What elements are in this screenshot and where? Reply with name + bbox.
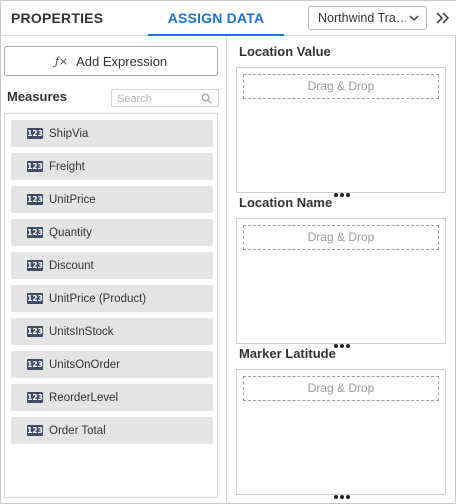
section-title: Marker Latitude [239,346,336,361]
numeric-type-icon: 123 [27,326,43,337]
more-dots-icon[interactable] [334,343,350,349]
measure-label: ReorderLevel [49,391,119,404]
drag-drop-zone[interactable]: Drag & Drop [243,376,439,401]
drop-target-box[interactable]: Drag & Drop [236,369,446,499]
measure-label: UnitPrice [49,193,96,206]
measures-panel: ƒ× Add Expression Measures Search 123 Shi… [1,37,227,504]
dot [346,193,350,197]
measure-item[interactable]: 123 ReorderLevel [11,384,213,411]
add-expression-label: Add Expression [76,53,168,69]
numeric-type-icon: 123 [27,161,43,172]
numeric-type-icon: 123 [27,194,43,205]
dot [340,344,344,348]
numeric-type-icon: 123 [27,260,43,271]
search-input[interactable]: Search [111,89,219,107]
chevron-down-icon [409,15,419,21]
dot [334,495,338,499]
measure-label: Quantity [49,226,92,239]
dot [340,495,344,499]
add-expression-button[interactable]: ƒ× Add Expression [4,46,218,76]
measure-label: Discount [49,259,94,272]
measures-heading: Measures [7,89,67,104]
assign-data-sections: Location Value Drag & Drop Location Name Dr… [228,37,456,504]
measure-item[interactable]: 123 Discount [11,252,213,279]
numeric-type-icon: 123 [27,392,43,403]
measure-label: UnitsOnOrder [49,358,120,371]
measures-list: 123 ShipVia 123 Freight 123 UnitPrice 123 Quant… [4,113,218,498]
measure-item[interactable]: 123 UnitsInStock [11,318,213,345]
drag-drop-zone[interactable]: Drag & Drop [243,74,439,99]
drop-target-box[interactable]: Drag & Drop [236,218,446,348]
section-title: Location Value [239,44,331,59]
more-dots-icon[interactable] [334,494,350,500]
search-placeholder: Search [117,93,152,105]
measure-label: ShipVia [49,127,89,140]
measure-item[interactable]: 123 Freight [11,153,213,180]
measure-item[interactable]: 123 Quantity [11,219,213,246]
measure-label: UnitPrice (Product) [49,292,147,305]
datasource-dropdown[interactable]: Northwind Tra… [308,6,427,30]
more-dots-icon[interactable] [334,192,350,198]
section-title: Location Name [239,195,333,210]
double-chevron-right-icon[interactable] [434,9,452,27]
dot [346,495,350,499]
numeric-type-icon: 123 [27,128,43,139]
measure-item[interactable]: 123 UnitPrice (Product) [11,285,213,312]
measure-label: Order Total [49,424,106,437]
measure-item[interactable]: 123 Order Total [11,417,213,444]
drag-drop-zone[interactable]: Drag & Drop [243,225,439,250]
measure-label: UnitsInStock [49,325,114,338]
tab-assign-data[interactable]: ASSIGN DATA [148,1,284,36]
numeric-type-icon: 123 [27,359,43,370]
numeric-type-icon: 123 [27,293,43,304]
measure-item[interactable]: 123 UnitPrice [11,186,213,213]
fx-icon: ƒ× [54,54,69,68]
measure-item[interactable]: 123 UnitsOnOrder [11,351,213,378]
numeric-type-icon: 123 [27,227,43,238]
dot [340,193,344,197]
properties-panel: PROPERTIES ASSIGN DATA Northwind Tra… ƒ×… [0,0,456,504]
panel-header: PROPERTIES ASSIGN DATA Northwind Tra… [1,1,456,36]
numeric-type-icon: 123 [27,425,43,436]
dot [334,193,338,197]
datasource-value: Northwind Tra… [318,11,406,25]
measure-label: Freight [49,160,85,173]
measure-item[interactable]: 123 ShipVia [11,120,213,147]
dot [346,344,350,348]
drop-target-box[interactable]: Drag & Drop [236,67,446,197]
tab-properties[interactable]: PROPERTIES [11,1,103,35]
search-icon [201,93,212,104]
